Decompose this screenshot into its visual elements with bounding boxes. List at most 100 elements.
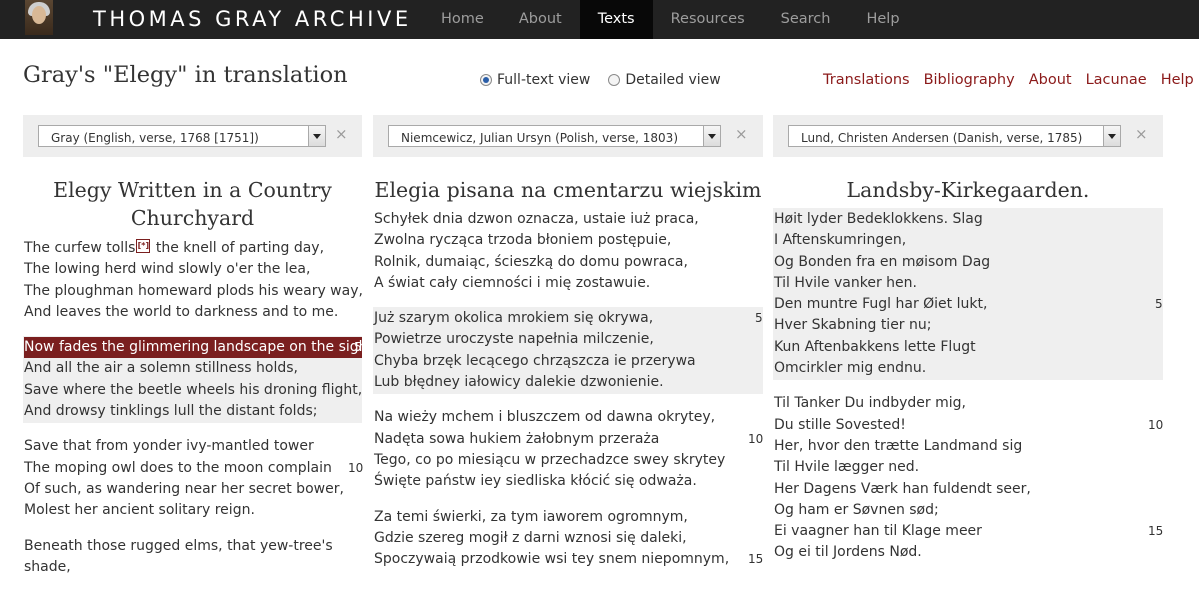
poem-line: Gdzie szereg mogił z darni wznosi się da…: [374, 529, 687, 546]
poem-line: And leaves the world to darkness and to …: [24, 303, 339, 320]
line-text: The curfew tolls: [24, 240, 136, 256]
poem-line: Og ham er Søvnen sød;: [774, 501, 939, 518]
line-text: Nadęta sowa hukiem żałobnym przeraża: [374, 430, 660, 447]
poem-line: Nadęta sowa hukiem żałobnym przeraża 10: [374, 429, 763, 450]
text-select-value: Gray (English, verse, 1768 [1751]): [51, 131, 259, 145]
poem-line: Omcirkler mig endnu.: [774, 360, 927, 377]
poem-line: Hver Skabning tier nu;: [774, 317, 932, 334]
stanza: Høit lyder Bedeklokkens. Slag I Aftensku…: [773, 208, 1163, 381]
line-text: Spoczywaią przodkowie wsi tey snem niepo…: [374, 551, 730, 568]
portrait-face-shape: [32, 6, 46, 24]
poem-line: Schyłek dnia dzwon oznacza, ustaie iuż p…: [374, 211, 699, 227]
poem-line: Powietrze uroczyste napełnia milczenie,: [374, 331, 654, 348]
full-text-view-label: Full-text view: [497, 72, 591, 88]
poem-line: Ei vaagner han til Klage meer 15: [774, 521, 1163, 542]
top-navbar: THOMAS GRAY ARCHIVE Home About Texts Res…: [0, 0, 1199, 39]
main-nav: Home About Texts Resources Search Help: [424, 0, 918, 39]
line-text: The moping owl does to the moon complain: [24, 459, 332, 476]
nav-resources[interactable]: Resources: [653, 0, 763, 39]
line-number: 15: [1148, 524, 1164, 539]
poem-line: Save where the beetle wheels his droning…: [24, 381, 363, 398]
close-icon[interactable]: ×: [1135, 125, 1148, 143]
poem-line: Du stille Sovested! 10: [774, 415, 1163, 436]
poem-line: Til Hvile lægger ned.: [774, 459, 920, 476]
line-text: Du stille Sovested!: [774, 416, 906, 433]
poem-body: Schyłek dnia dzwon oznacza, ustaie iuż p…: [373, 208, 763, 571]
text-select-value: Lund, Christen Andersen (Danish, verse, …: [801, 131, 1083, 145]
view-options: Full-text view Detailed view: [480, 72, 739, 88]
poem-line: The moping owl does to the moon complain…: [24, 458, 364, 479]
close-icon[interactable]: ×: [735, 125, 748, 143]
poem-line: And all the air a solemn stillness holds…: [24, 360, 298, 377]
close-icon[interactable]: ×: [335, 125, 348, 143]
chevron-down-icon[interactable]: [703, 126, 720, 146]
poem-line: I Aftenskumringen,: [774, 232, 907, 249]
poem-line: A świat cały ciemności i mię zostawuie.: [374, 274, 651, 291]
poem-line: Spoczywaią przodkowie wsi tey snem niepo…: [374, 549, 763, 570]
link-help[interactable]: Help: [1161, 72, 1194, 88]
full-text-view-option[interactable]: Full-text view: [480, 72, 590, 88]
text-select-value: Niemcewicz, Julian Ursyn (Polish, verse,…: [401, 131, 679, 145]
stanza: Save that from yonder ivy-mantled tower …: [23, 435, 364, 522]
nav-texts[interactable]: Texts: [579, 0, 653, 39]
link-about[interactable]: About: [1029, 72, 1072, 88]
line-text: Now fades the glimmering landscape on th…: [24, 339, 378, 356]
poem-line-highlighted[interactable]: Now fades the glimmering landscape on th…: [24, 337, 377, 359]
poem-line: Til Hvile vanker hen.: [774, 274, 917, 291]
chevron-down-icon[interactable]: [1103, 126, 1120, 146]
text-selector-bar: Niemcewicz, Julian Ursyn (Polish, verse,…: [373, 115, 763, 157]
full-text-view-radio[interactable]: [480, 74, 492, 86]
text-selector-bar: Lund, Christen Andersen (Danish, verse, …: [773, 115, 1163, 157]
poem-line: Lub błędney iałowicy dalekie dzwonienie.: [374, 374, 664, 391]
site-title[interactable]: THOMAS GRAY ARCHIVE: [93, 7, 412, 31]
poem-title: Landsby-Kirkegaarden.: [846, 178, 1090, 202]
poem-line: Den muntre Fugl har Øiet lukt, 5: [774, 294, 1163, 315]
stanza: The curfew tolls [*] the knell of parting…: [23, 237, 363, 324]
nav-about[interactable]: About: [501, 0, 580, 39]
footnote-icon[interactable]: [*]: [136, 239, 151, 253]
poem-line: Chyba brzęk lecącego chrząszcza ie przer…: [374, 352, 696, 369]
line-number: 10: [1148, 417, 1164, 432]
nav-search[interactable]: Search: [763, 0, 849, 39]
secondary-links: Translations Bibliography About Lacunae …: [823, 72, 1194, 88]
poem-title: Elegy Written in a Country Churchyard: [53, 178, 332, 230]
poem-line: Of such, as wandering near her secret bo…: [24, 480, 344, 497]
text-select[interactable]: Gray (English, verse, 1768 [1751]): [38, 125, 326, 147]
poem-body: The curfew tolls [*] the knell of parting…: [23, 237, 377, 580]
poem-line: Już szarym okolica mrokiem się okrywa, 5: [374, 308, 763, 329]
poem-line: Til Tanker Du indbyder mig,: [774, 395, 966, 412]
stanza: Now fades the glimmering landscape on th…: [23, 336, 377, 424]
text-select[interactable]: Lund, Christen Andersen (Danish, verse, …: [788, 125, 1121, 147]
link-translations[interactable]: Translations: [823, 72, 910, 88]
chevron-down-icon[interactable]: [308, 126, 325, 146]
poem-title: Elegia pisana na cmentarzu wiejskim: [374, 178, 762, 202]
poem-line: Rolnik, dumaiąc, ścieszką do domu powrac…: [374, 253, 688, 270]
line-number: 5: [755, 311, 763, 326]
poem-line: Tego, co po miesiącu w przechadzce swey …: [374, 451, 726, 468]
poem-line: Save that from yonder ivy-mantled tower: [24, 438, 314, 455]
text-column-1: Gray (English, verse, 1768 [1751]) × Ele…: [23, 115, 377, 591]
poem-line: Za temi świerki, za tym iaworem ogromnym…: [374, 508, 688, 525]
link-bibliography[interactable]: Bibliography: [924, 72, 1015, 88]
text-select[interactable]: Niemcewicz, Julian Ursyn (Polish, verse,…: [388, 125, 721, 147]
text-column-3: Lund, Christen Andersen (Danish, verse, …: [773, 115, 1163, 577]
text-column-2: Niemcewicz, Julian Ursyn (Polish, verse,…: [373, 115, 763, 583]
thomas-gray-portrait-logo[interactable]: [25, 0, 53, 35]
detailed-view-radio[interactable]: [608, 74, 621, 86]
line-text: the knell of parting day,: [151, 240, 325, 256]
line-number: 15: [748, 552, 764, 567]
detailed-view-option[interactable]: Detailed view: [608, 72, 721, 88]
poem-line: shade,: [24, 558, 71, 575]
line-number: 10: [348, 460, 364, 475]
poem-line: Molest her ancient solitary reign.: [24, 502, 255, 519]
link-lacunae[interactable]: Lacunae: [1086, 72, 1147, 88]
line-text: Już szarym okolica mrokiem się okrywa,: [374, 310, 654, 327]
detailed-view-label: Detailed view: [625, 72, 721, 88]
stanza: Til Tanker Du indbyder mig, Du stille So…: [773, 392, 1163, 564]
poem-line: The lowing herd wind slowly o'er the lea…: [24, 261, 311, 278]
stanza: Beneath those rugged elms, that yew-tree…: [23, 535, 362, 580]
poem-line: And drowsy tinklings lull the distant fo…: [24, 403, 318, 420]
line-text: Ei vaagner han til Klage meer: [774, 523, 982, 540]
nav-home[interactable]: Home: [424, 0, 501, 39]
nav-help[interactable]: Help: [848, 0, 917, 39]
